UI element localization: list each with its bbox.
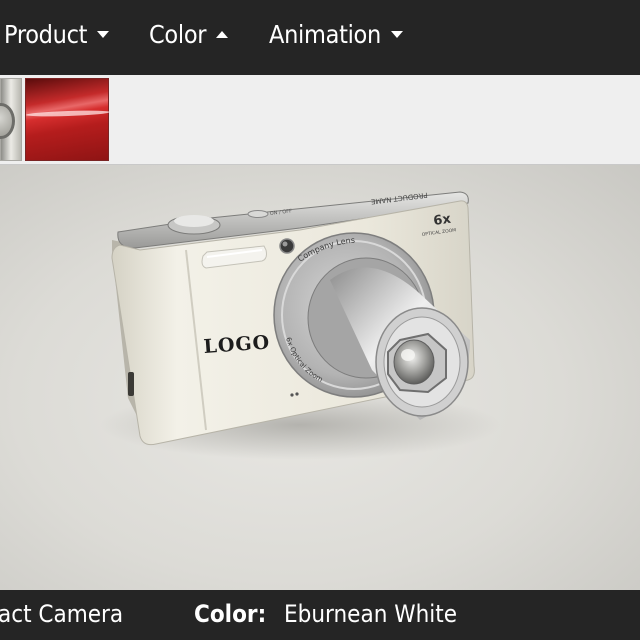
microphone-hole (295, 392, 299, 396)
product-name-fragment: act Camera (0, 600, 124, 628)
swatch-silver-preview (0, 103, 15, 139)
side-port (128, 372, 134, 396)
menu-color[interactable]: Color (149, 20, 229, 49)
swatch-silver[interactable] (0, 78, 22, 161)
menu-animation-label: Animation (269, 20, 381, 49)
swatch-red-highlight (25, 109, 111, 118)
color-swatch-bar (0, 75, 640, 165)
af-lamp-highlight (282, 241, 288, 247)
chevron-up-icon (216, 31, 229, 38)
menu-color-label: Color (149, 20, 207, 49)
swatch-red[interactable] (25, 78, 111, 161)
zoom-badge: 6x (432, 212, 452, 229)
color-label: Color: (194, 600, 267, 628)
chevron-down-icon (390, 31, 403, 38)
menu-product-label: Product (4, 20, 88, 49)
camera-render: ON / OFF PRODUCT NAME 6x OPTICAL ZOOM LO… (100, 191, 500, 460)
brand-logo: LOGO (203, 331, 271, 358)
power-button (247, 210, 269, 218)
af-assist-lamp (279, 238, 295, 254)
product-3d-viewer[interactable]: ON / OFF PRODUCT NAME 6x OPTICAL ZOOM LO… (0, 165, 640, 590)
menu-product[interactable]: Product (4, 20, 110, 49)
color-value: Eburnean White (284, 600, 458, 628)
chevron-down-icon (97, 31, 110, 38)
menu-animation[interactable]: Animation (269, 20, 403, 49)
top-menu-bar: Product Color Animation (0, 0, 640, 75)
shutter-button-top (174, 215, 214, 227)
lens-reflection (401, 349, 415, 361)
status-footer: act Camera Color: Eburnean White (0, 590, 640, 640)
microphone-hole (290, 393, 294, 397)
lens-glass (393, 339, 435, 385)
